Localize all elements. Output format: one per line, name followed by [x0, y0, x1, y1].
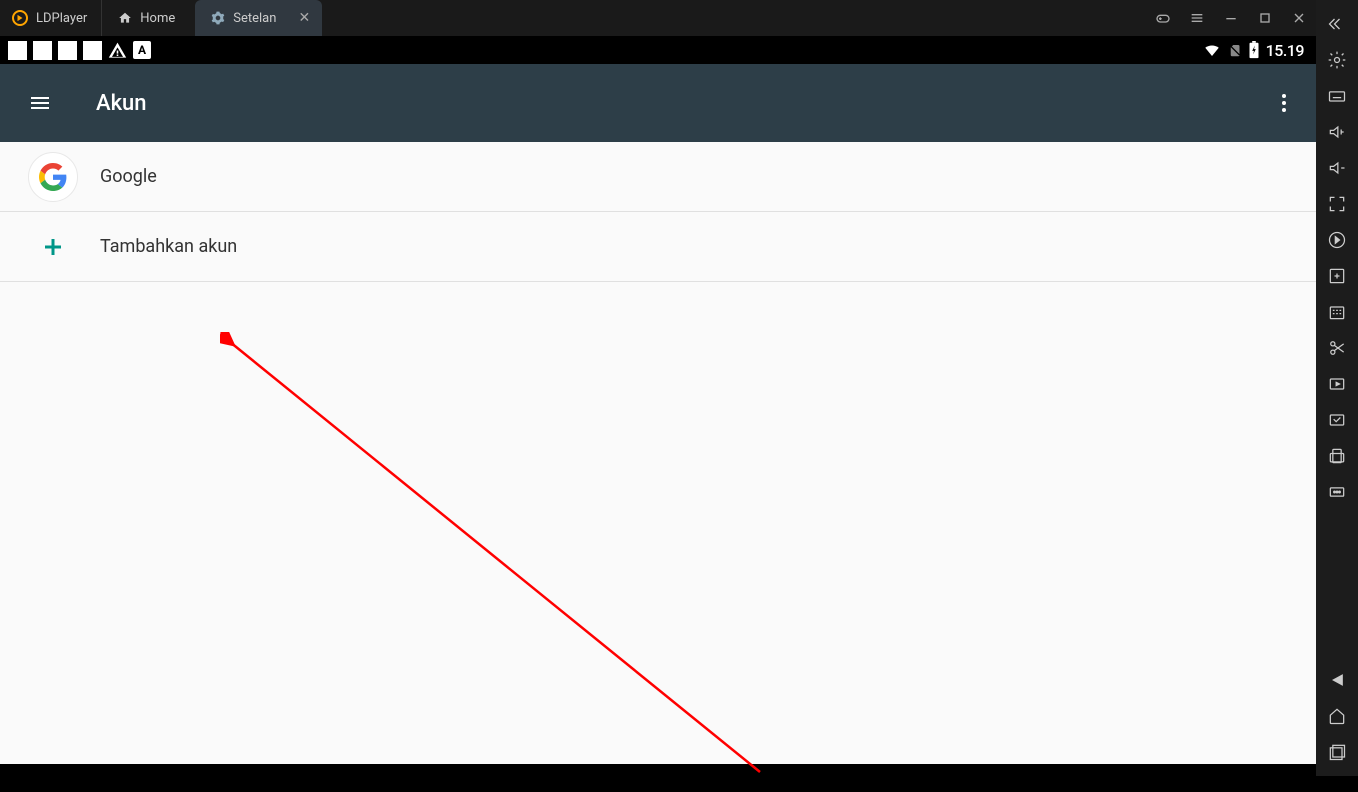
recents-button-icon[interactable] [1316, 734, 1358, 770]
account-row-label: Google [100, 166, 157, 187]
window-minimize-button[interactable] [1214, 0, 1248, 36]
screenshot-icon[interactable] [1316, 402, 1358, 438]
app-name-label: LDPlayer [36, 11, 87, 26]
notification-icon [33, 41, 52, 60]
more-icon[interactable] [1316, 474, 1358, 510]
rotate-icon[interactable] [1316, 438, 1358, 474]
plus-icon [41, 235, 65, 259]
multi-instance-icon[interactable] [1316, 258, 1358, 294]
battery-charging-icon [1248, 41, 1260, 59]
tab-home-label: Home [140, 11, 175, 26]
emulator-titlebar: LDPlayer Home Setelan ✕ [0, 0, 1316, 36]
home-icon [118, 11, 132, 25]
ldplayer-logo-icon [12, 10, 28, 26]
text-indicator-icon: A [133, 41, 151, 59]
tab-close-button[interactable]: ✕ [296, 10, 312, 26]
settings-app-bar: Akun [0, 64, 1316, 142]
app-logo-slot: LDPlayer [0, 0, 101, 36]
sync-icon[interactable] [1316, 222, 1358, 258]
window-close-button[interactable] [1282, 0, 1316, 36]
gamepad-icon[interactable] [1146, 0, 1180, 36]
keyboard-icon[interactable] [1316, 78, 1358, 114]
google-logo-icon [28, 152, 78, 202]
back-button-icon[interactable] [1316, 662, 1358, 698]
notification-icon [58, 41, 77, 60]
notification-icon [83, 41, 102, 60]
menu-lines-icon[interactable] [1180, 0, 1214, 36]
settings-icon[interactable] [1316, 42, 1358, 78]
gear-icon [211, 11, 225, 25]
record-icon[interactable] [1316, 366, 1358, 402]
no-sim-icon [1227, 41, 1242, 59]
tab-home[interactable]: Home [101, 0, 191, 36]
warning-icon [108, 41, 127, 60]
fullscreen-icon[interactable] [1316, 186, 1358, 222]
emulator-sidebar [1316, 0, 1358, 776]
settings-content: Google Tambahkan akun [0, 142, 1316, 776]
notification-icon [8, 41, 27, 60]
add-account-label: Tambahkan akun [100, 236, 237, 257]
tab-settings[interactable]: Setelan ✕ [195, 0, 322, 36]
volume-up-icon[interactable] [1316, 114, 1358, 150]
annotation-arrow [220, 332, 780, 792]
apk-install-icon[interactable] [1316, 294, 1358, 330]
wifi-icon [1203, 41, 1221, 59]
volume-down-icon[interactable] [1316, 150, 1358, 186]
collapse-sidebar-icon[interactable] [1316, 6, 1358, 42]
home-button-icon[interactable] [1316, 698, 1358, 734]
account-row-google[interactable]: Google [0, 142, 1316, 212]
overflow-menu-icon[interactable] [1272, 91, 1296, 115]
hamburger-menu-icon[interactable] [28, 91, 52, 115]
window-maximize-button[interactable] [1248, 0, 1282, 36]
android-status-bar: A 15.19 [0, 36, 1316, 64]
clock-label: 15.19 [1266, 41, 1304, 60]
scissors-icon[interactable] [1316, 330, 1358, 366]
tab-settings-label: Setelan [233, 11, 276, 26]
page-title: Akun [96, 91, 147, 116]
add-account-row[interactable]: Tambahkan akun [0, 212, 1316, 282]
